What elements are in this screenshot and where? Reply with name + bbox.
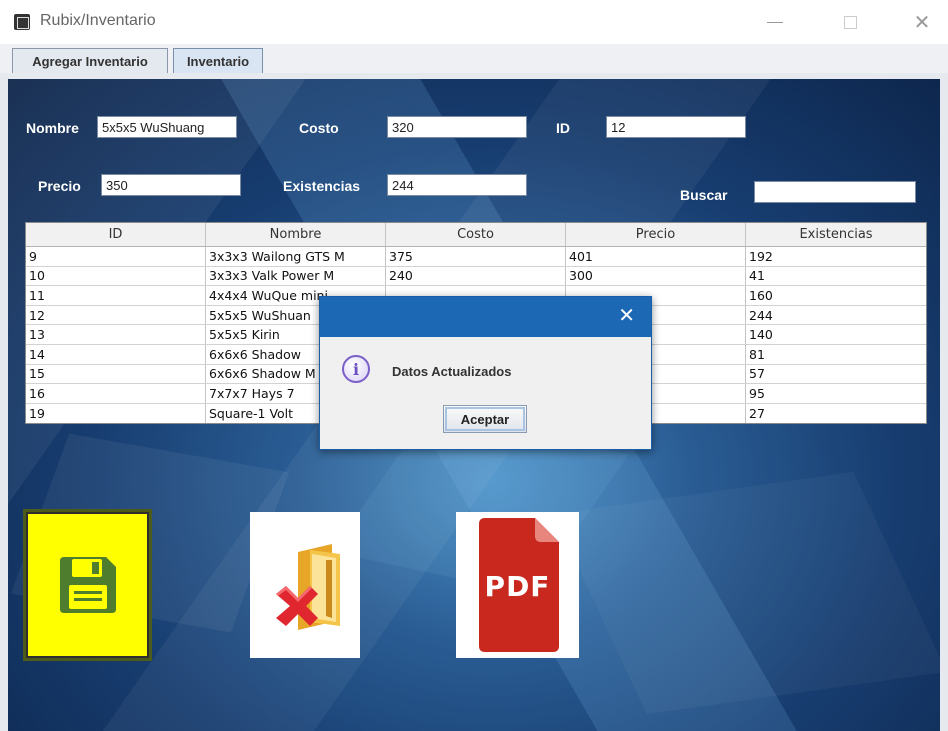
cell-id: 19 xyxy=(26,403,206,424)
maximize-button[interactable] xyxy=(830,8,870,36)
cell-id: 9 xyxy=(26,247,206,266)
aceptar-button[interactable]: Aceptar xyxy=(443,405,527,433)
cell-existencias: 160 xyxy=(749,287,773,303)
existencias-field[interactable]: 244 xyxy=(387,174,527,196)
save-button[interactable] xyxy=(26,512,149,658)
column-header-id[interactable]: ID xyxy=(26,223,206,246)
cell-costo: 375 xyxy=(386,247,566,266)
column-header-precio[interactable]: Precio xyxy=(566,223,746,246)
cell-existencias: 81 xyxy=(749,346,765,362)
cell-nombre: 3x3x3 Valk Power M xyxy=(206,266,386,286)
panel-frame-top xyxy=(0,73,948,79)
cell-existencias: 57 xyxy=(749,366,765,382)
cell-existencias: 192 xyxy=(749,248,773,264)
buscar-field[interactable] xyxy=(754,181,916,203)
column-header-existencias[interactable]: Existencias xyxy=(746,223,926,246)
existencias-label: Existencias xyxy=(283,178,361,194)
costo-field[interactable]: 320 xyxy=(387,116,527,138)
cell-existencias: 140 xyxy=(749,327,773,343)
cell-id: 11 xyxy=(26,286,206,305)
cell-id: 12 xyxy=(26,305,206,325)
buscar-label: Buscar xyxy=(680,187,728,203)
info-dialog: ✕ i Datos Actualizados Aceptar xyxy=(319,296,652,450)
pdf-label: PDF xyxy=(484,570,551,603)
info-icon: i xyxy=(342,355,370,383)
cell-id: 14 xyxy=(26,344,206,364)
minimize-button[interactable] xyxy=(755,8,795,36)
nombre-field[interactable]: 5x5x5 WuShuang xyxy=(97,116,237,138)
cell-precio: 401 xyxy=(566,247,746,266)
costo-label: Costo xyxy=(299,120,339,136)
dialog-message: Datos Actualizados xyxy=(392,364,512,379)
title-bar: Rubix/Inventario ✕ xyxy=(0,0,948,44)
cell-id: 13 xyxy=(26,325,206,344)
cell-existencias: 244 xyxy=(749,307,773,323)
cell-costo: 240 xyxy=(386,266,566,286)
cell-existencias: 95 xyxy=(749,385,765,401)
cell-id: 15 xyxy=(26,364,206,384)
delete-folder-icon xyxy=(276,544,340,630)
table-row[interactable]: 9 3x3x3 Wailong GTS M 375 401 192 xyxy=(26,247,926,267)
cell-nombre: 3x3x3 Wailong GTS M xyxy=(206,247,386,266)
export-pdf-button[interactable]: PDF xyxy=(456,512,579,658)
precio-label: Precio xyxy=(38,178,81,194)
bg-shard xyxy=(553,471,947,715)
window-title: Rubix/Inventario xyxy=(40,12,156,29)
cell-id: 16 xyxy=(26,384,206,403)
id-label: ID xyxy=(556,120,570,136)
panel-frame-left xyxy=(0,73,8,731)
nombre-label: Nombre xyxy=(26,120,79,136)
panel-frame-right xyxy=(940,73,948,731)
dialog-close-button[interactable]: ✕ xyxy=(618,303,635,327)
column-header-nombre[interactable]: Nombre xyxy=(206,223,386,246)
table-header: ID Nombre Costo Precio Existencias xyxy=(26,223,926,247)
floppy-disk-icon xyxy=(59,557,116,613)
tab-agregar-inventario[interactable]: Agregar Inventario xyxy=(12,48,168,73)
tab-strip: Agregar Inventario Inventario xyxy=(0,44,948,73)
close-window-button[interactable]: ✕ xyxy=(902,8,942,36)
cell-id: 10 xyxy=(26,266,206,286)
cell-existencias: 27 xyxy=(749,406,765,422)
delete-button[interactable] xyxy=(250,512,360,658)
table-row[interactable]: 10 3x3x3 Valk Power M 240 300 41 xyxy=(26,266,926,287)
tab-inventario[interactable]: Inventario xyxy=(173,48,263,73)
cell-existencias: 41 xyxy=(749,268,765,284)
cell-precio: 300 xyxy=(566,266,746,286)
app-icon xyxy=(14,14,30,30)
dialog-title-bar: ✕ xyxy=(320,297,651,337)
column-header-costo[interactable]: Costo xyxy=(386,223,566,246)
precio-field[interactable]: 350 xyxy=(101,174,241,196)
id-field[interactable]: 12 xyxy=(606,116,746,138)
